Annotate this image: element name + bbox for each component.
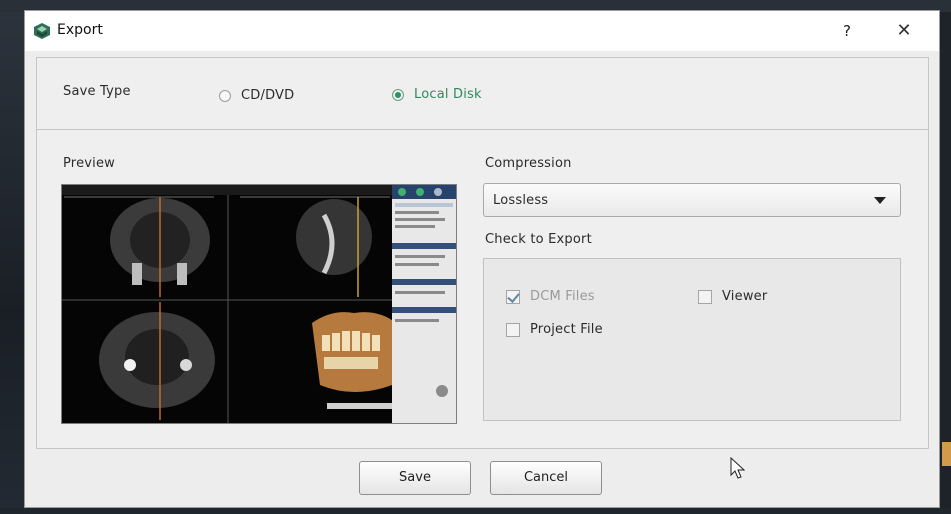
export-options-panel: Save Type CD/DVD Local Disk Preview Comp… (36, 57, 929, 449)
checkbox-project-file[interactable]: Project File (506, 322, 603, 337)
checkbox-viewer-label: Viewer (722, 289, 768, 304)
help-button[interactable]: ? (835, 19, 859, 43)
title-bar[interactable]: Export ? ✕ (25, 11, 939, 51)
dialog-title: Export (57, 22, 103, 38)
save-button[interactable]: Save (359, 461, 471, 495)
radio-button-icon[interactable] (219, 89, 231, 102)
checkbox-project-file-label: Project File (530, 322, 603, 337)
checkbox-dcm-files-label: DCM Files (530, 289, 595, 304)
checkbox-checked-icon[interactable] (506, 289, 520, 304)
preview-label: Preview (63, 156, 116, 171)
radio-cd-dvd[interactable]: CD/DVD (219, 88, 294, 103)
close-button[interactable]: ✕ (891, 19, 917, 43)
export-items-group: DCM Files Viewer Project File (483, 258, 901, 421)
radio-local-disk-label: Local Disk (414, 87, 482, 102)
radio-local-disk[interactable]: Local Disk (392, 87, 482, 102)
dropdown-arrow-icon[interactable] (874, 197, 886, 204)
preview-image (61, 184, 457, 424)
compression-selected-value: Lossless (493, 193, 549, 208)
check-to-export-label: Check to Export (485, 232, 592, 247)
save-type-section: Save Type CD/DVD Local Disk (37, 58, 928, 130)
export-dialog: Export ? ✕ Save Type CD/DVD Local Disk P… (24, 10, 940, 508)
checkbox-icon[interactable] (506, 322, 520, 337)
background-app-item (942, 442, 951, 466)
radio-cd-dvd-label: CD/DVD (241, 88, 295, 103)
cancel-button[interactable]: Cancel (490, 461, 602, 495)
compression-label: Compression (485, 156, 572, 171)
background-app-left (0, 12, 24, 514)
mouse-cursor-icon (730, 457, 746, 479)
background-app-right (940, 12, 951, 514)
checkbox-dcm-files[interactable]: DCM Files (506, 289, 595, 304)
compression-select[interactable]: Lossless (483, 183, 901, 217)
save-type-label: Save Type (63, 84, 131, 99)
checkbox-icon[interactable] (698, 289, 712, 304)
background-app-bottom (0, 508, 951, 514)
checkbox-viewer[interactable]: Viewer (698, 289, 767, 304)
ct-scan-preview-icon (62, 185, 456, 423)
app-logo-icon (34, 23, 50, 39)
radio-button-selected-icon[interactable] (392, 88, 404, 101)
